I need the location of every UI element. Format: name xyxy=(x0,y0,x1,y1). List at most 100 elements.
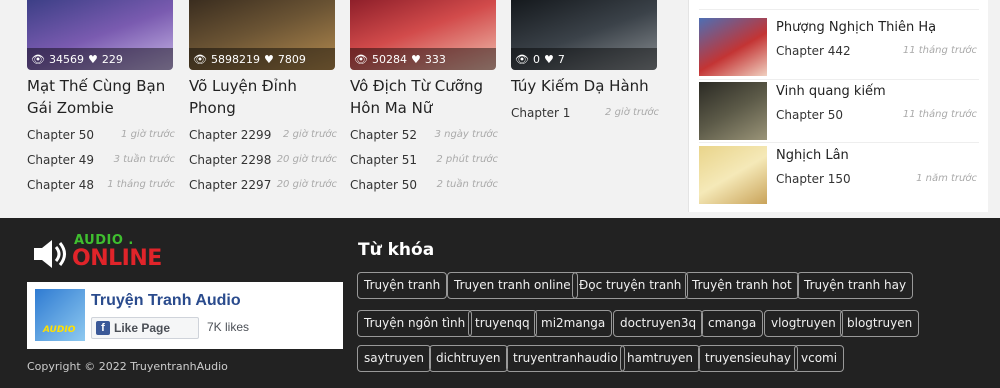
chapter-label[interactable]: Chapter 2297 xyxy=(189,178,271,192)
comic-list-section: 👁 34569 ♥ 229 Mạt Thế Cùng Bạn Gái Zombi… xyxy=(0,0,1000,218)
chapter-label[interactable]: Chapter 2299 xyxy=(189,128,271,142)
facebook-page-avatar[interactable]: AUDIO xyxy=(35,289,85,341)
views-count: 0 xyxy=(532,52,540,66)
comic-stats: 👁 34569 ♥ 229 xyxy=(27,48,173,70)
keyword-tag[interactable]: saytruyen xyxy=(357,345,432,372)
sidebar-thumbnail[interactable] xyxy=(699,18,767,76)
chapter-label[interactable]: Chapter 52 xyxy=(350,128,417,142)
chapter-time: 20 giờ trước xyxy=(276,179,337,190)
sidebar-item-title[interactable]: Phượng Nghịch Thiên Hạ xyxy=(776,20,936,35)
comic-title[interactable]: Vô Địch Từ Cưỡng Hôn Ma Nữ xyxy=(350,75,500,119)
comic-thumbnail[interactable]: 👁 34569 ♥ 229 xyxy=(27,0,173,70)
comic-title[interactable]: Võ Luyện Đỉnh Phong xyxy=(189,75,339,119)
likes-count: 229 xyxy=(101,52,123,66)
keywords-title: Từ khóa xyxy=(358,240,435,260)
like-button-label: Like Page xyxy=(114,321,171,335)
facebook-icon: f xyxy=(96,321,110,335)
keyword-tag[interactable]: mi2manga xyxy=(534,310,613,337)
chapter-row[interactable]: Chapter 49 3 tuần trước xyxy=(27,153,175,169)
chapter-time: 20 giờ trước xyxy=(276,154,337,165)
sidebar-item-title[interactable]: Nghịch Lân xyxy=(776,148,849,163)
chapter-row[interactable]: Chapter 51 2 phút trước xyxy=(350,153,498,169)
eye-icon: 👁 xyxy=(31,52,45,66)
logo-text-bottom: ONLINE xyxy=(72,246,162,271)
keyword-tag[interactable]: hamtruyen xyxy=(620,345,700,372)
sidebar-item-time: 11 tháng trước xyxy=(902,109,977,120)
chapter-time: 1 giờ trước xyxy=(121,129,175,140)
keyword-tag[interactable]: doctruyen3q xyxy=(613,310,704,337)
eye-icon: 👁 xyxy=(354,52,368,66)
keyword-tag[interactable]: Truyen tranh online xyxy=(447,272,578,299)
sidebar-thumbnail[interactable] xyxy=(699,82,767,140)
facebook-like-count: 7K likes xyxy=(207,320,250,334)
chapter-row[interactable]: Chapter 50 1 giờ trước xyxy=(27,128,175,144)
keyword-tag[interactable]: truyenqq xyxy=(468,310,537,337)
chapter-label[interactable]: Chapter 49 xyxy=(27,153,94,167)
facebook-like-button[interactable]: f Like Page xyxy=(91,317,199,339)
chapter-label[interactable]: Chapter 48 xyxy=(27,178,94,192)
comic-stats: 👁 0 ♥ 7 xyxy=(511,48,657,70)
chapter-row[interactable]: Chapter 2297 20 giờ trước xyxy=(189,178,337,194)
sidebar-item-time: 1 năm trước xyxy=(916,173,977,184)
sidebar-item-chapter[interactable]: Chapter 50 xyxy=(776,108,843,122)
sidebar-item[interactable]: Nghịch Lân Chapter 150 1 năm trước xyxy=(699,146,981,204)
comic-thumbnail[interactable]: 👁 0 ♥ 7 xyxy=(511,0,657,70)
chapter-label[interactable]: Chapter 1 xyxy=(511,106,570,120)
chapter-label[interactable]: Chapter 2298 xyxy=(189,153,271,167)
keyword-tag[interactable]: cmanga xyxy=(701,310,764,337)
keyword-tag[interactable]: Truyện tranh hay xyxy=(797,272,914,299)
speaker-icon xyxy=(34,240,66,268)
chapter-time: 3 ngày trước xyxy=(434,129,498,140)
keyword-tag[interactable]: Đọc truyện tranh xyxy=(572,272,689,299)
sidebar-item-time: 11 tháng trước xyxy=(902,45,977,56)
keyword-tag[interactable]: truyensieuhay xyxy=(698,345,798,372)
facebook-page-name[interactable]: Truyện Tranh Audio xyxy=(91,292,241,310)
keyword-tag[interactable]: vlogtruyen xyxy=(764,310,843,337)
keyword-tag[interactable]: vcomi xyxy=(794,345,845,372)
sidebar-ranking: Phượng Nghịch Thiên Hạ Chapter 442 11 th… xyxy=(688,0,988,212)
sidebar-item-chapter[interactable]: Chapter 442 xyxy=(776,44,851,58)
site-logo[interactable]: AUDIO . ONLINE xyxy=(32,233,182,274)
sidebar-item[interactable]: Vinh quang kiếm Chapter 50 11 tháng trướ… xyxy=(699,82,981,140)
footer: AUDIO . ONLINE AUDIO Truyện Tranh Audio … xyxy=(0,218,1000,388)
divider xyxy=(699,9,979,10)
chapter-time: 2 giờ trước xyxy=(283,129,337,140)
chapter-label[interactable]: Chapter 50 xyxy=(27,128,94,142)
sidebar-thumbnail[interactable] xyxy=(699,146,767,204)
chapter-label[interactable]: Chapter 50 xyxy=(350,178,417,192)
comic-title[interactable]: Mạt Thế Cùng Bạn Gái Zombie xyxy=(27,75,177,119)
chapter-row[interactable]: Chapter 48 1 tháng trước xyxy=(27,178,175,194)
sidebar-item-title[interactable]: Vinh quang kiếm xyxy=(776,84,886,99)
chapter-row[interactable]: Chapter 50 2 tuần trước xyxy=(350,178,498,194)
comic-thumbnail[interactable]: 👁 5898219 ♥ 7809 xyxy=(189,0,335,70)
keyword-tag[interactable]: Truyện tranh xyxy=(357,272,448,299)
chapter-row[interactable]: Chapter 2298 20 giờ trước xyxy=(189,153,337,169)
keyword-tag[interactable]: blogtruyen xyxy=(840,310,920,337)
facebook-page-widget[interactable]: AUDIO Truyện Tranh Audio f Like Page 7K … xyxy=(27,282,343,349)
keyword-tag[interactable]: truyentranhaudio xyxy=(506,345,625,372)
chapter-row[interactable]: Chapter 52 3 ngày trước xyxy=(350,128,498,144)
comic-stats: 👁 50284 ♥ 333 xyxy=(350,48,496,70)
chapter-row[interactable]: Chapter 1 2 giờ trước xyxy=(511,106,659,122)
heart-icon: ♥ xyxy=(87,52,98,66)
chapter-time: 2 phút trước xyxy=(436,154,498,165)
comic-thumbnail[interactable]: 👁 50284 ♥ 333 xyxy=(350,0,496,70)
chapter-time: 3 tuần trước xyxy=(113,154,175,165)
chapter-time: 2 giờ trước xyxy=(605,107,659,118)
heart-icon: ♥ xyxy=(263,52,274,66)
comic-title[interactable]: Túy Kiếm Dạ Hành xyxy=(511,75,661,97)
keyword-tag[interactable]: Truyện tranh hot xyxy=(685,272,799,299)
chapter-time: 1 tháng trước xyxy=(107,179,175,190)
keyword-tag[interactable]: Truyện ngôn tình xyxy=(357,310,473,337)
views-count: 5898219 xyxy=(210,52,260,66)
views-count: 50284 xyxy=(371,52,407,66)
comic-stats: 👁 5898219 ♥ 7809 xyxy=(189,48,335,70)
sidebar-item-chapter[interactable]: Chapter 150 xyxy=(776,172,851,186)
likes-count: 7809 xyxy=(277,52,306,66)
chapter-label[interactable]: Chapter 51 xyxy=(350,153,417,167)
copyright: Copyright © 2022 TruyentranhAudio xyxy=(27,360,228,373)
sidebar-item[interactable]: Phượng Nghịch Thiên Hạ Chapter 442 11 th… xyxy=(699,18,981,76)
keyword-tag[interactable]: dichtruyen xyxy=(429,345,508,372)
chapter-row[interactable]: Chapter 2299 2 giờ trước xyxy=(189,128,337,144)
chapter-time: 2 tuần trước xyxy=(436,179,498,190)
